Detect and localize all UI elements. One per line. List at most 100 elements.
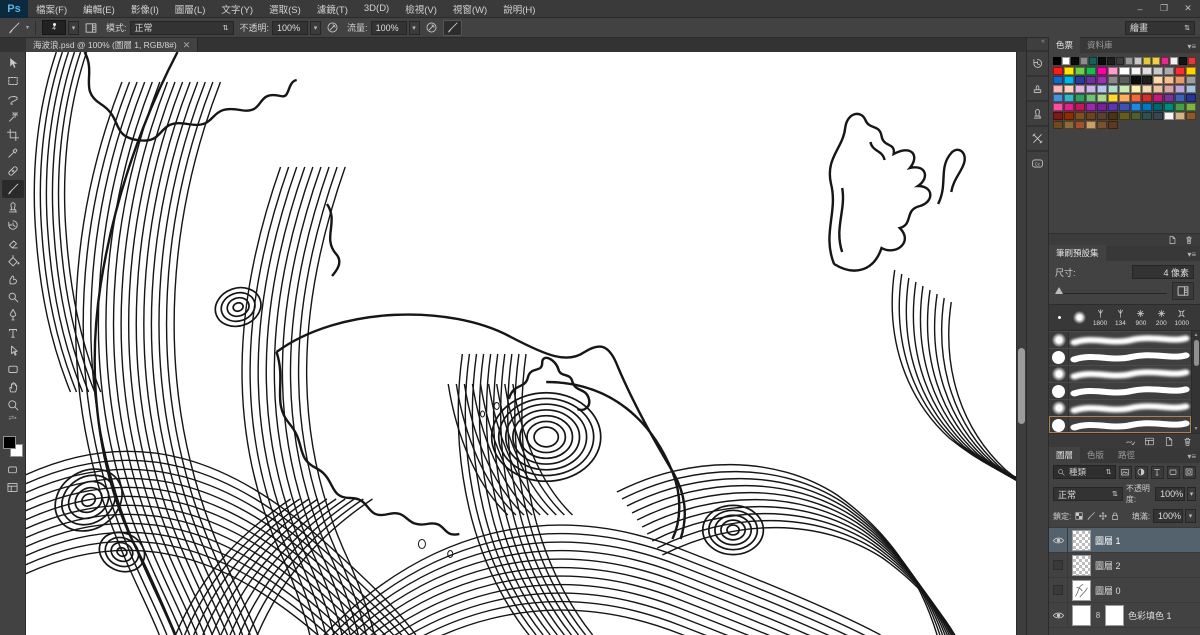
swatch[interactable] [1086, 94, 1096, 102]
hand-tool[interactable] [2, 378, 24, 396]
visibility-toggle[interactable] [1049, 578, 1068, 602]
swatch[interactable] [1134, 57, 1142, 65]
brush-preset[interactable] [1049, 316, 1069, 320]
brush-preset[interactable] [1069, 311, 1089, 325]
tab-libraries[interactable]: 資料庫 [1080, 37, 1120, 53]
collapse-dock-icon[interactable]: « [1041, 38, 1048, 50]
menu-item-3[interactable]: 圖層(L) [167, 0, 214, 18]
airbrush-toggle-icon[interactable] [423, 20, 440, 36]
panel-menu-icon[interactable]: ▾≡ [1183, 452, 1200, 463]
swatch[interactable] [1153, 85, 1163, 93]
swatch[interactable] [1075, 94, 1085, 102]
swatch[interactable] [1142, 112, 1152, 120]
current-tool-icon[interactable] [5, 20, 23, 36]
filter-type-icon[interactable] [1151, 466, 1164, 479]
swatch[interactable] [1152, 57, 1160, 65]
brush-stroke-row[interactable] [1049, 331, 1191, 348]
close-button[interactable]: ✕ [1176, 1, 1200, 17]
close-tab-icon[interactable]: ✕ [183, 40, 191, 51]
pen-tool[interactable] [2, 306, 24, 324]
swap-colors-icon[interactable]: ⇄▪ [1, 414, 25, 426]
screen-mode-icon[interactable] [2, 478, 24, 496]
swatch[interactable] [1053, 67, 1063, 75]
swatch[interactable] [1108, 112, 1118, 120]
swatch[interactable] [1086, 76, 1096, 84]
layer-fill-dropdown-icon[interactable]: ▾ [1185, 509, 1196, 523]
filter-shape-icon[interactable] [1167, 466, 1180, 479]
dodge-tool[interactable] [2, 288, 24, 306]
workspace-select[interactable]: 繪畫⇅ [1125, 21, 1195, 35]
swatch[interactable] [1064, 94, 1074, 102]
healing-brush-tool[interactable] [2, 162, 24, 180]
swatch[interactable] [1143, 57, 1151, 65]
tool-presets-panel-icon[interactable] [1027, 75, 1049, 100]
swatch[interactable] [1131, 67, 1141, 75]
layer-filter-select[interactable]: 種類 ⇅ [1053, 465, 1116, 479]
brush-preset[interactable]: 900 [1131, 308, 1151, 327]
brush-stroke-row[interactable] [1049, 365, 1191, 382]
new-swatch-icon[interactable] [1167, 235, 1177, 245]
minimize-button[interactable]: – [1128, 1, 1152, 17]
swatch[interactable] [1053, 103, 1063, 111]
swatch[interactable] [1064, 121, 1074, 129]
filter-smart-object-icon[interactable] [1183, 466, 1196, 479]
swatch[interactable] [1064, 112, 1074, 120]
swatch[interactable] [1125, 57, 1133, 65]
opacity-value[interactable]: 100% [272, 21, 308, 35]
swatch[interactable] [1108, 67, 1118, 75]
swatch[interactable] [1075, 112, 1085, 120]
lock-position-icon[interactable] [1098, 511, 1108, 521]
menu-item-0[interactable]: 檔案(F) [28, 0, 75, 18]
swatch[interactable] [1153, 94, 1163, 102]
swatch[interactable] [1097, 94, 1107, 102]
menu-item-7[interactable]: 3D(D) [356, 0, 397, 18]
restore-button[interactable]: ❐ [1152, 1, 1176, 17]
swatch[interactable] [1089, 57, 1097, 65]
quick-mask-icon[interactable] [2, 460, 24, 478]
swatch[interactable] [1086, 121, 1096, 129]
delete-swatch-icon[interactable] [1184, 235, 1194, 245]
swatch[interactable] [1186, 85, 1196, 93]
swatch[interactable] [1075, 103, 1085, 111]
opacity-dropdown-icon[interactable]: ▾ [310, 21, 321, 35]
layer-thumbnail[interactable] [1072, 580, 1091, 601]
panel-menu-icon[interactable]: ▾≡ [1183, 250, 1200, 261]
layer-row[interactable]: 圖層 2 [1049, 553, 1200, 578]
swatch[interactable] [1119, 103, 1129, 111]
swatch[interactable] [1131, 76, 1141, 84]
swatch[interactable] [1116, 57, 1124, 65]
flow-value[interactable]: 100% [371, 21, 407, 35]
flow-dropdown-icon[interactable]: ▾ [409, 21, 420, 35]
move-tool[interactable] [2, 54, 24, 72]
swatch[interactable] [1164, 94, 1174, 102]
blend-mode-select[interactable]: 正常⇅ [130, 21, 234, 35]
swatch[interactable] [1075, 85, 1085, 93]
layer-row[interactable]: 圖層 0 [1049, 578, 1200, 603]
tools-panel-icon[interactable] [1027, 125, 1049, 150]
swatch[interactable] [1097, 67, 1107, 75]
toggle-brush-panel-icon[interactable] [1172, 282, 1194, 300]
swatch[interactable] [1186, 94, 1196, 102]
marquee-tool[interactable] [2, 72, 24, 90]
swatch[interactable] [1175, 67, 1185, 75]
swatch[interactable] [1142, 67, 1152, 75]
zoom-tool[interactable] [2, 396, 24, 414]
swatch[interactable] [1064, 76, 1074, 84]
tool-preset-dropdown-icon[interactable]: ▾ [26, 24, 29, 31]
swatch[interactable] [1086, 103, 1096, 111]
swatch[interactable] [1142, 85, 1152, 93]
brush-stroke-row[interactable] [1049, 399, 1191, 416]
delete-brush-icon[interactable] [1182, 436, 1193, 447]
menu-item-5[interactable]: 選取(S) [261, 0, 309, 18]
history-brush-tool[interactable] [2, 216, 24, 234]
stroke-preview-toggle-icon[interactable] [1125, 436, 1136, 447]
eyedropper-tool[interactable] [2, 144, 24, 162]
filter-pixel-icon[interactable] [1119, 466, 1132, 479]
swatch[interactable] [1064, 67, 1074, 75]
swatch[interactable] [1075, 76, 1085, 84]
swatch[interactable] [1108, 76, 1118, 84]
brush-preset[interactable]: 200 [1151, 308, 1171, 327]
swatch[interactable] [1164, 67, 1174, 75]
swatch[interactable] [1075, 121, 1085, 129]
panel-menu-icon[interactable]: ▾≡ [1183, 42, 1200, 53]
